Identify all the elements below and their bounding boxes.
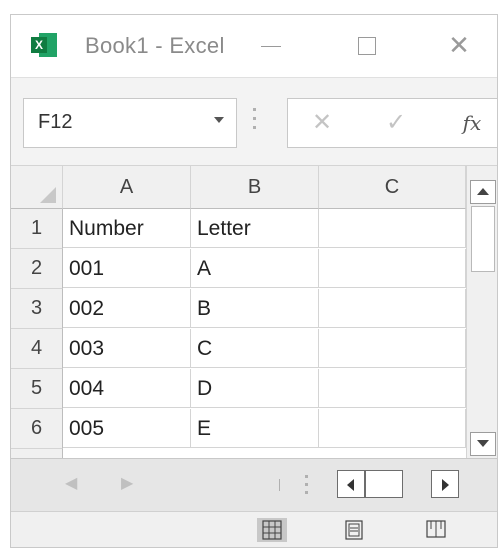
minimize-button[interactable] (251, 29, 291, 61)
vertical-scrollbar[interactable] (466, 166, 497, 458)
row-header-1[interactable]: 1 (11, 209, 63, 249)
cell-c2[interactable] (319, 249, 466, 288)
window-title: Book1 - Excel (85, 33, 225, 58)
scroll-left-button[interactable] (337, 470, 365, 498)
status-bar (11, 511, 497, 547)
sheet-next-button[interactable]: ▶ (121, 473, 133, 493)
cell-a2[interactable]: 001 (63, 249, 191, 288)
cancel-button[interactable]: ✕ (306, 107, 338, 139)
cell-a6[interactable]: 005 (63, 409, 191, 448)
select-all-icon (40, 187, 56, 203)
close-button[interactable]: ✕ (439, 29, 479, 61)
name-box[interactable]: F12 (23, 98, 237, 148)
column-header-b[interactable]: B (191, 166, 319, 209)
cell-b6[interactable]: E (191, 409, 319, 448)
scroll-right-button[interactable] (431, 470, 459, 498)
cell-b3[interactable]: B (191, 289, 319, 328)
formula-bar-area: F12 ✕ ✓ fx (11, 78, 497, 164)
name-box-value: F12 (38, 111, 73, 133)
normal-view-icon (262, 520, 282, 540)
cell-a1[interactable]: Number (63, 209, 191, 248)
insert-function-button[interactable]: fx (456, 107, 488, 139)
arrow-right-icon (442, 479, 449, 491)
select-all-button[interactable] (11, 166, 63, 209)
cell-b4[interactable]: C (191, 329, 319, 368)
maximize-button[interactable] (347, 29, 387, 61)
sheet-prev-button[interactable]: ◀ (65, 473, 77, 493)
scroll-up-button[interactable] (470, 180, 496, 204)
cell-a4[interactable]: 003 (63, 329, 191, 368)
cell-a3[interactable]: 002 (63, 289, 191, 328)
sheet-tab-bar: ◀ ▶ (11, 458, 497, 511)
row-header-5[interactable]: 5 (11, 369, 63, 409)
row-header-2[interactable]: 2 (11, 249, 63, 289)
page-break-preview-button[interactable] (421, 518, 451, 542)
normal-view-button[interactable] (257, 518, 287, 542)
page-break-preview-icon (426, 520, 446, 538)
cell-c1[interactable] (319, 209, 466, 248)
cell-b5[interactable]: D (191, 369, 319, 408)
cell-b1[interactable]: Letter (191, 209, 319, 248)
arrow-up-icon (477, 188, 489, 195)
excel-window: X Book1 - Excel ✕ F12 ✕ ✓ fx A B C 1 Num… (10, 14, 498, 548)
row-header-4[interactable]: 4 (11, 329, 63, 369)
arrow-down-icon (477, 440, 489, 447)
cell-c5[interactable] (319, 369, 466, 408)
page-layout-view-button[interactable] (339, 518, 369, 542)
cell-c4[interactable] (319, 329, 466, 368)
enter-button[interactable]: ✓ (380, 107, 412, 139)
fx-icon: fx (462, 111, 482, 135)
tab-split-handle[interactable] (305, 475, 309, 495)
worksheet-grid: A B C 1 Number Letter 2 001 A 3 002 B 4 … (11, 165, 497, 459)
column-header-a[interactable]: A (63, 166, 191, 209)
name-box-dropdown-icon[interactable] (214, 117, 224, 123)
cell-c3[interactable] (319, 289, 466, 328)
row-header-3[interactable]: 3 (11, 289, 63, 329)
cell-c6[interactable] (319, 409, 466, 448)
excel-logo-icon: X (31, 33, 57, 57)
formula-bar-resize-handle[interactable] (253, 108, 257, 132)
cell-b2[interactable]: A (191, 249, 319, 288)
minimize-icon (261, 45, 281, 47)
vertical-scroll-thumb[interactable] (471, 206, 495, 272)
column-header-c[interactable]: C (319, 166, 466, 209)
page-layout-view-icon (345, 520, 363, 540)
formula-input[interactable]: ✕ ✓ fx (287, 98, 497, 148)
maximize-icon (358, 37, 376, 56)
scroll-down-button[interactable] (470, 432, 496, 456)
close-icon: ✕ (448, 30, 470, 60)
row-header-6[interactable]: 6 (11, 409, 63, 449)
excel-logo-letter: X (31, 37, 47, 53)
cell-a5[interactable]: 004 (63, 369, 191, 408)
horizontal-scroll-thumb[interactable] (365, 470, 403, 498)
horizontal-scrollbar[interactable] (337, 470, 459, 498)
tab-splitter (279, 479, 280, 491)
title-bar: X Book1 - Excel ✕ (11, 15, 497, 78)
arrow-left-icon (347, 479, 354, 491)
